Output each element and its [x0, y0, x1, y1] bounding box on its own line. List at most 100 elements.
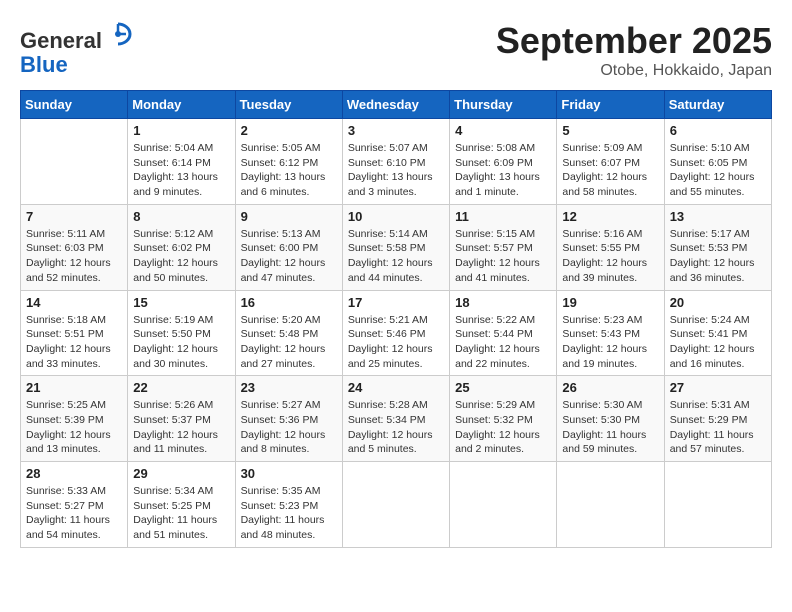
header-saturday: Saturday — [664, 91, 771, 119]
header-row: Sunday Monday Tuesday Wednesday Thursday… — [21, 91, 772, 119]
day-number: 20 — [670, 295, 766, 310]
table-row: 5 Sunrise: 5:09 AMSunset: 6:07 PMDaylight… — [557, 119, 664, 205]
calendar-week-3: 21Sunrise: 5:25 AMSunset: 5:39 PMDayligh… — [21, 376, 772, 462]
day-number: 17 — [348, 295, 444, 310]
table-row: 21Sunrise: 5:25 AMSunset: 5:39 PMDayligh… — [21, 376, 128, 462]
logo-blue: Blue — [20, 52, 68, 77]
day-info: Sunrise: 5:11 AMSunset: 6:03 PMDaylight:… — [26, 227, 122, 286]
table-row — [450, 462, 557, 548]
table-row: 13Sunrise: 5:17 AMSunset: 5:53 PMDayligh… — [664, 204, 771, 290]
day-number: 14 — [26, 295, 122, 310]
logo-general: General — [20, 28, 102, 53]
header-tuesday: Tuesday — [235, 91, 342, 119]
table-row: 2 Sunrise: 5:05 AMSunset: 6:12 PMDaylight… — [235, 119, 342, 205]
table-row: 29Sunrise: 5:34 AMSunset: 5:25 PMDayligh… — [128, 462, 235, 548]
table-row: 25Sunrise: 5:29 AMSunset: 5:32 PMDayligh… — [450, 376, 557, 462]
day-info: Sunrise: 5:24 AMSunset: 5:41 PMDaylight:… — [670, 313, 766, 372]
header-sunday: Sunday — [21, 91, 128, 119]
table-row — [664, 462, 771, 548]
calendar-table: Sunday Monday Tuesday Wednesday Thursday… — [20, 90, 772, 548]
table-row: 19 Sunrise: 5:23 AMSunset: 5:43 PMDayligh… — [557, 290, 664, 376]
day-info: Sunrise: 5:25 AMSunset: 5:39 PMDaylight:… — [26, 398, 122, 457]
table-row: 10 Sunrise: 5:14 AMSunset: 5:58 PMDayligh… — [342, 204, 449, 290]
day-info: Sunrise: 5:05 AMSunset: 6:12 PMDaylight:… — [241, 141, 337, 200]
table-row: 9 Sunrise: 5:13 AMSunset: 6:00 PMDaylight… — [235, 204, 342, 290]
day-info: Sunrise: 5:07 AMSunset: 6:10 PMDaylight:… — [348, 141, 444, 200]
header-friday: Friday — [557, 91, 664, 119]
day-number: 19 — [562, 295, 658, 310]
table-row — [557, 462, 664, 548]
table-row: 20 Sunrise: 5:24 AMSunset: 5:41 PMDayligh… — [664, 290, 771, 376]
page-header: General Blue September 2025 Otobe, Hokka… — [20, 20, 772, 80]
day-number: 16 — [241, 295, 337, 310]
day-number: 3 — [348, 123, 444, 138]
day-info: Sunrise: 5:27 AMSunset: 5:36 PMDaylight:… — [241, 398, 337, 457]
table-row: 30 Sunrise: 5:35 AMSunset: 5:23 PMDayligh… — [235, 462, 342, 548]
table-row: 12Sunrise: 5:16 AMSunset: 5:55 PMDayligh… — [557, 204, 664, 290]
day-info: Sunrise: 5:14 AMSunset: 5:58 PMDaylight:… — [348, 227, 444, 286]
header-thursday: Thursday — [450, 91, 557, 119]
day-number: 6 — [670, 123, 766, 138]
day-number: 1 — [133, 123, 229, 138]
table-row — [21, 119, 128, 205]
day-info: Sunrise: 5:26 AMSunset: 5:37 PMDaylight:… — [133, 398, 229, 457]
title-block: September 2025 Otobe, Hokkaido, Japan — [496, 20, 772, 80]
day-info: Sunrise: 5:34 AMSunset: 5:25 PMDaylight:… — [133, 484, 229, 543]
day-info: Sunrise: 5:21 AMSunset: 5:46 PMDaylight:… — [348, 313, 444, 372]
table-row: 6 Sunrise: 5:10 AMSunset: 6:05 PMDaylight… — [664, 119, 771, 205]
calendar-body: 1 Sunrise: 5:04 AMSunset: 6:14 PMDaylight… — [21, 119, 772, 548]
day-number: 23 — [241, 380, 337, 395]
logo: General Blue — [20, 20, 132, 77]
day-info: Sunrise: 5:08 AMSunset: 6:09 PMDaylight:… — [455, 141, 551, 200]
table-row: 1 Sunrise: 5:04 AMSunset: 6:14 PMDaylight… — [128, 119, 235, 205]
table-row: 24Sunrise: 5:28 AMSunset: 5:34 PMDayligh… — [342, 376, 449, 462]
day-info: Sunrise: 5:33 AMSunset: 5:27 PMDaylight:… — [26, 484, 122, 543]
day-info: Sunrise: 5:12 AMSunset: 6:02 PMDaylight:… — [133, 227, 229, 286]
table-row: 26 Sunrise: 5:30 AMSunset: 5:30 PMDayligh… — [557, 376, 664, 462]
table-row: 28 Sunrise: 5:33 AMSunset: 5:27 PMDayligh… — [21, 462, 128, 548]
table-row: 7 Sunrise: 5:11 AMSunset: 6:03 PMDaylight… — [21, 204, 128, 290]
table-row: 22 Sunrise: 5:26 AMSunset: 5:37 PMDayligh… — [128, 376, 235, 462]
day-info: Sunrise: 5:18 AMSunset: 5:51 PMDaylight:… — [26, 313, 122, 372]
day-number: 2 — [241, 123, 337, 138]
day-info: Sunrise: 5:20 AMSunset: 5:48 PMDaylight:… — [241, 313, 337, 372]
day-info: Sunrise: 5:29 AMSunset: 5:32 PMDaylight:… — [455, 398, 551, 457]
day-number: 24 — [348, 380, 444, 395]
calendar-week-1: 7 Sunrise: 5:11 AMSunset: 6:03 PMDaylight… — [21, 204, 772, 290]
table-row: 14 Sunrise: 5:18 AMSunset: 5:51 PMDayligh… — [21, 290, 128, 376]
day-number: 10 — [348, 209, 444, 224]
day-info: Sunrise: 5:09 AMSunset: 6:07 PMDaylight:… — [562, 141, 658, 200]
day-info: Sunrise: 5:04 AMSunset: 6:14 PMDaylight:… — [133, 141, 229, 200]
day-number: 7 — [26, 209, 122, 224]
day-info: Sunrise: 5:19 AMSunset: 5:50 PMDaylight:… — [133, 313, 229, 372]
logo-icon — [104, 20, 132, 48]
day-number: 28 — [26, 466, 122, 481]
day-number: 9 — [241, 209, 337, 224]
day-number: 26 — [562, 380, 658, 395]
day-number: 27 — [670, 380, 766, 395]
header-monday: Monday — [128, 91, 235, 119]
day-number: 12 — [562, 209, 658, 224]
day-info: Sunrise: 5:10 AMSunset: 6:05 PMDaylight:… — [670, 141, 766, 200]
day-info: Sunrise: 5:30 AMSunset: 5:30 PMDaylight:… — [562, 398, 658, 457]
day-number: 5 — [562, 123, 658, 138]
day-number: 18 — [455, 295, 551, 310]
day-number: 8 — [133, 209, 229, 224]
table-row: 27Sunrise: 5:31 AMSunset: 5:29 PMDayligh… — [664, 376, 771, 462]
header-wednesday: Wednesday — [342, 91, 449, 119]
day-number: 30 — [241, 466, 337, 481]
day-info: Sunrise: 5:13 AMSunset: 6:00 PMDaylight:… — [241, 227, 337, 286]
day-info: Sunrise: 5:22 AMSunset: 5:44 PMDaylight:… — [455, 313, 551, 372]
table-row: 15 Sunrise: 5:19 AMSunset: 5:50 PMDayligh… — [128, 290, 235, 376]
day-number: 11 — [455, 209, 551, 224]
day-number: 15 — [133, 295, 229, 310]
table-row: 11Sunrise: 5:15 AMSunset: 5:57 PMDayligh… — [450, 204, 557, 290]
table-row: 16 Sunrise: 5:20 AMSunset: 5:48 PMDayligh… — [235, 290, 342, 376]
day-info: Sunrise: 5:35 AMSunset: 5:23 PMDaylight:… — [241, 484, 337, 543]
day-number: 22 — [133, 380, 229, 395]
location: Otobe, Hokkaido, Japan — [496, 62, 772, 80]
day-number: 4 — [455, 123, 551, 138]
table-row: 4 Sunrise: 5:08 AMSunset: 6:09 PMDaylight… — [450, 119, 557, 205]
day-info: Sunrise: 5:23 AMSunset: 5:43 PMDaylight:… — [562, 313, 658, 372]
day-number: 13 — [670, 209, 766, 224]
